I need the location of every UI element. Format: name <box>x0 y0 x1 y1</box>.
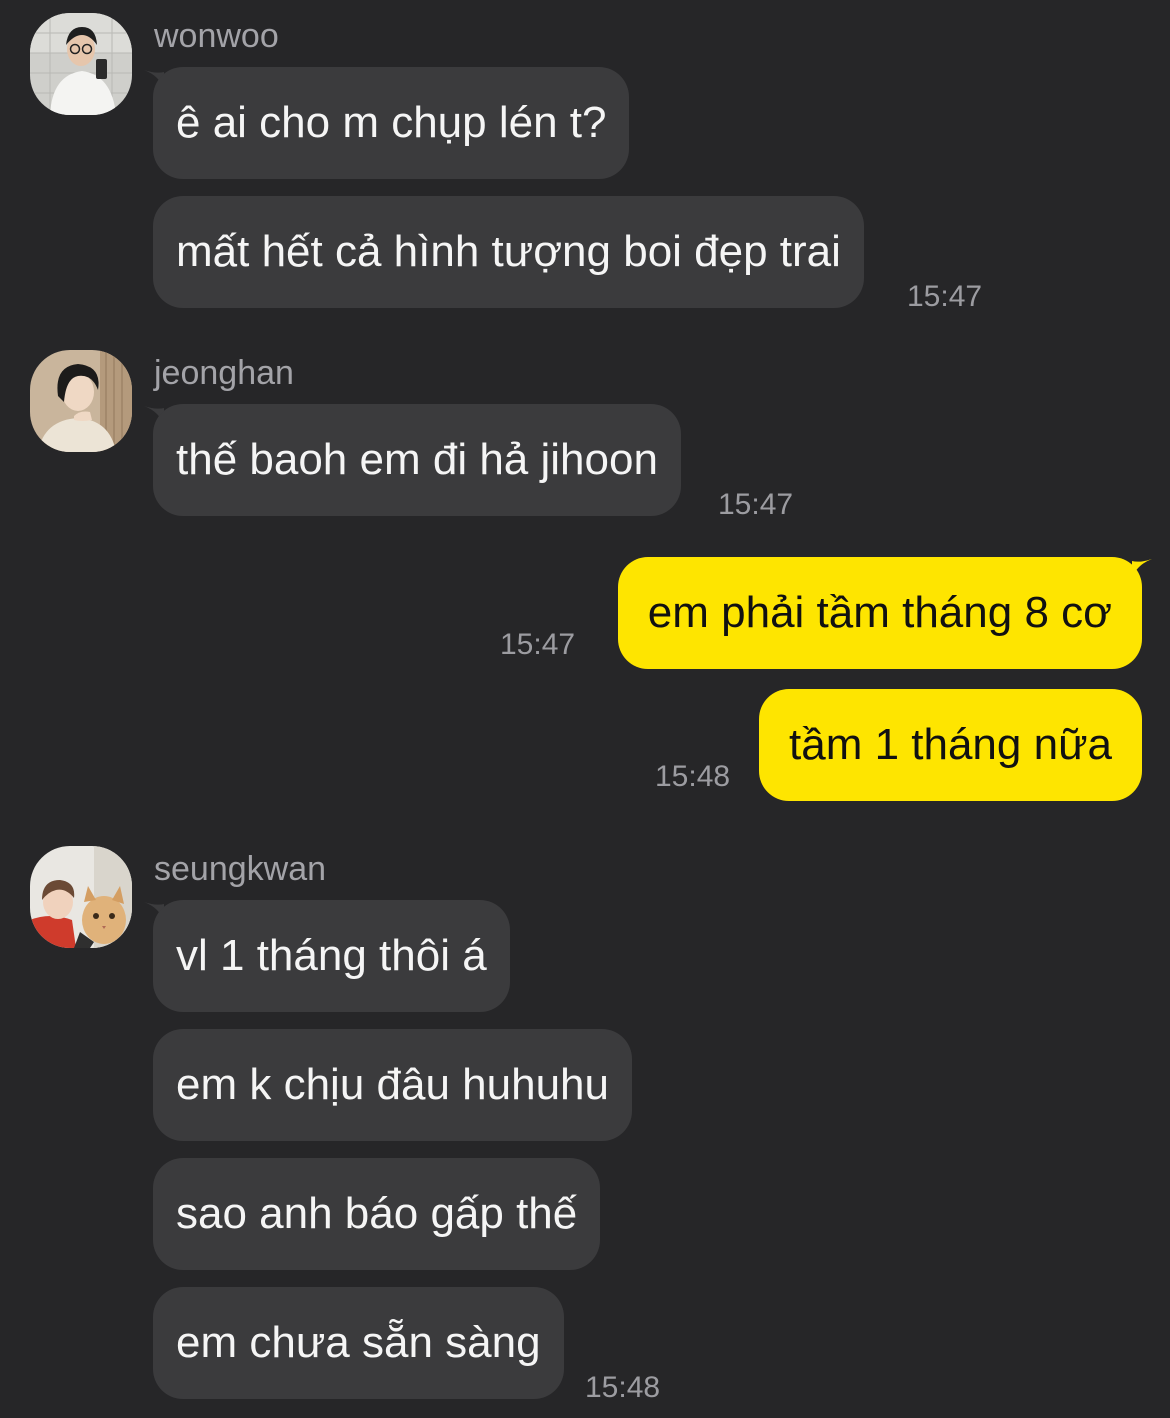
message-bubble[interactable]: em k chịu đâu huhuhu <box>153 1029 632 1141</box>
message-bubble[interactable]: mất hết cả hình tượng boi đẹp trai <box>153 196 864 308</box>
message-timestamp: 15:48 <box>655 760 731 793</box>
avatar-jeonghan[interactable] <box>30 350 132 452</box>
sender-name: jeonghan <box>154 354 294 392</box>
message-timestamp: 15:48 <box>585 1371 661 1404</box>
message-timestamp: 15:47 <box>500 628 576 661</box>
message-bubble[interactable]: sao anh báo gấp thế <box>153 1158 601 1270</box>
message-timestamp: 15:47 <box>907 280 983 313</box>
sender-name: seungkwan <box>154 850 327 888</box>
message-bubble[interactable]: ê ai cho m chụp lén t? <box>153 67 630 179</box>
message-bubble-outgoing[interactable]: tầm 1 tháng nữa <box>759 689 1142 801</box>
message-bubble-outgoing[interactable]: em phải tầm tháng 8 cơ <box>617 557 1142 669</box>
avatar-seungkwan[interactable] <box>30 846 132 948</box>
message-bubble[interactable]: em chưa sẵn sàng <box>153 1287 564 1399</box>
message-bubble[interactable]: thế baoh em đi hả jihoon <box>153 404 681 516</box>
message-bubble[interactable]: vl 1 tháng thôi á <box>153 900 510 1012</box>
message-timestamp: 15:47 <box>718 488 794 521</box>
avatar-wonwoo[interactable] <box>30 13 132 115</box>
sender-name: wonwoo <box>154 17 279 55</box>
bubble-tail <box>1132 559 1152 579</box>
